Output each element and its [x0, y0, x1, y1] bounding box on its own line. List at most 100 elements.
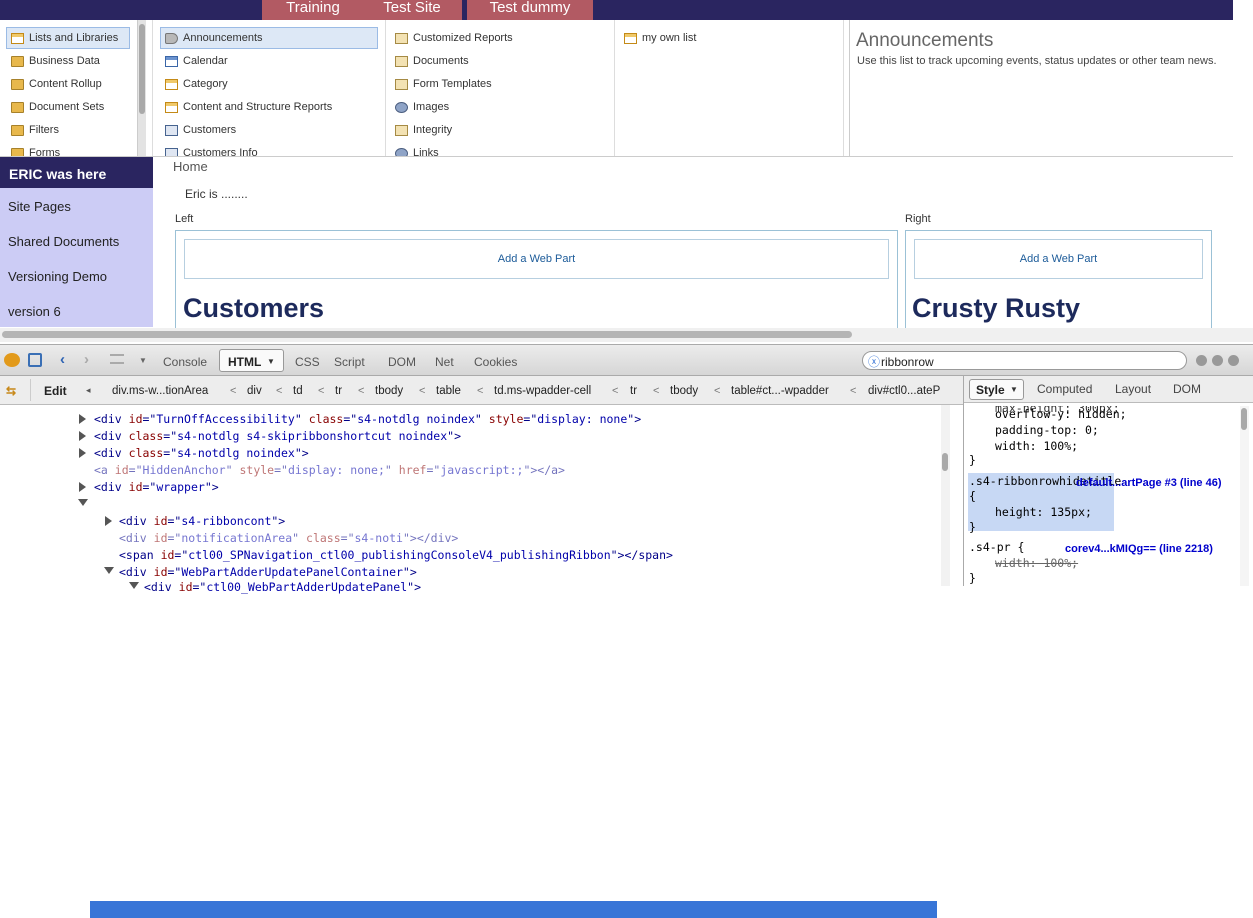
- collapse-icon[interactable]: [78, 499, 88, 506]
- tree-scrollbar[interactable]: [941, 405, 950, 586]
- expand-icon[interactable]: [79, 448, 86, 458]
- tab-style[interactable]: Style ▼: [969, 379, 1024, 400]
- quick-launch-header[interactable]: ERIC was here: [0, 157, 153, 188]
- tree-node-selected[interactable]: <div id="ribbonrow" class="s4-pr s4-ribb…: [94, 496, 482, 512]
- breadcrumb-item[interactable]: tr: [335, 385, 342, 397]
- category-scrollbar[interactable]: [137, 20, 146, 156]
- breadcrumb-item[interactable]: table: [436, 385, 461, 397]
- web-part-item[interactable]: Customized Reports: [395, 27, 513, 49]
- tab-css[interactable]: CSS: [295, 355, 320, 369]
- tab-dom[interactable]: DOM: [1173, 382, 1201, 396]
- web-part-item[interactable]: Documents: [395, 50, 469, 72]
- css-property-overridden[interactable]: width: 100%;: [995, 556, 1078, 570]
- expand-icon[interactable]: [79, 431, 86, 441]
- scrollbar-thumb[interactable]: [139, 24, 145, 114]
- css-property[interactable]: height: 135px;: [995, 505, 1092, 519]
- breadcrumb-item[interactable]: tbody: [670, 385, 698, 397]
- web-part-item[interactable]: Customers Info: [165, 142, 258, 156]
- tree-node[interactable]: <div id="ctl00_WebPartAdderUpdatePanel">: [144, 579, 421, 595]
- expand-icon[interactable]: [79, 482, 86, 492]
- page-horizontal-scrollbar[interactable]: [0, 328, 1253, 342]
- close-icon[interactable]: [1228, 355, 1239, 366]
- tree-node[interactable]: <div id="s4-ribboncont">: [119, 513, 285, 529]
- nav-tab-test-site[interactable]: Test Site: [362, 0, 462, 20]
- web-part-item[interactable]: Announcements: [160, 27, 378, 49]
- clear-search-icon[interactable]: ⓧ: [868, 353, 880, 370]
- expand-icon[interactable]: [79, 414, 86, 424]
- add-web-part-button[interactable]: Add a Web Part: [184, 239, 889, 279]
- web-part-item[interactable]: Links: [395, 142, 439, 156]
- tree-node[interactable]: <div id="TurnOffAccessibility" class="s4…: [94, 411, 641, 427]
- web-part-item[interactable]: Category: [165, 73, 228, 95]
- web-part-item[interactable]: Form Templates: [395, 73, 492, 95]
- style-scrollbar[interactable]: [1240, 406, 1249, 586]
- web-part-item[interactable]: Customers: [165, 119, 236, 141]
- collapse-icon[interactable]: [104, 567, 114, 574]
- back-arrow-icon[interactable]: ‹: [60, 351, 65, 368]
- scrollbar-thumb[interactable]: [1241, 408, 1247, 430]
- css-source-link[interactable]: default...artPage #3 (line 46): [1076, 477, 1222, 489]
- quick-launch-item[interactable]: Shared Documents: [8, 234, 119, 249]
- tab-cookies[interactable]: Cookies: [474, 355, 517, 369]
- expand-icon[interactable]: [105, 516, 112, 526]
- tab-html[interactable]: HTML ▼: [219, 349, 284, 372]
- tab-console[interactable]: Console: [163, 355, 207, 369]
- search-input[interactable]: ⓧ ribbonrow: [862, 351, 1187, 370]
- tree-node[interactable]: <span id="ctl00_SPNavigation_ctl00_publi…: [119, 547, 673, 563]
- tab-dom[interactable]: DOM: [388, 355, 416, 369]
- tab-layout[interactable]: Layout: [1115, 382, 1151, 396]
- forward-arrow-icon[interactable]: ›: [84, 351, 89, 368]
- css-property[interactable]: overflow-y: hidden;: [995, 407, 1127, 421]
- inspect-icon[interactable]: [28, 353, 42, 367]
- inspect-element-icon[interactable]: ⇆: [6, 384, 20, 398]
- breadcrumb-item[interactable]: td.ms-wpadder-cell: [494, 385, 591, 397]
- breadcrumb-item[interactable]: table#ct...-wpadder: [731, 385, 829, 397]
- css-source-link[interactable]: corev4...kMIQg== (line 2218): [1065, 543, 1213, 555]
- tree-node[interactable]: <div id="wrapper">: [94, 479, 219, 495]
- category-item[interactable]: Document Sets: [11, 96, 104, 118]
- css-property[interactable]: width: 100%;: [995, 439, 1078, 453]
- edit-button[interactable]: Edit: [44, 384, 67, 398]
- web-part-item[interactable]: my own list: [624, 27, 696, 49]
- category-item[interactable]: Lists and Libraries: [6, 27, 130, 49]
- breadcrumb-item[interactable]: td: [293, 385, 303, 397]
- tree-node[interactable]: <div class="s4-notdlg s4-skipribbonshort…: [94, 428, 461, 444]
- web-part-item[interactable]: Images: [395, 96, 449, 118]
- tab-net[interactable]: Net: [435, 355, 454, 369]
- tab-script[interactable]: Script: [334, 355, 365, 369]
- tree-node[interactable]: <div class="s4-notdlg noindex">: [94, 445, 309, 461]
- category-item[interactable]: Business Data: [11, 50, 100, 72]
- detach-icon[interactable]: [1212, 355, 1223, 366]
- category-item[interactable]: Filters: [11, 119, 59, 141]
- breadcrumb-item[interactable]: div: [247, 385, 262, 397]
- quick-launch-item[interactable]: Site Pages: [8, 199, 71, 214]
- nav-tab-training[interactable]: Training: [262, 0, 364, 20]
- tree-node[interactable]: <a id="HiddenAnchor" style="display: non…: [94, 462, 565, 478]
- tree-node[interactable]: <div id="WebPartAdderUpdatePanelContaine…: [119, 564, 417, 580]
- chevron-down-icon[interactable]: ▼: [139, 356, 147, 365]
- minimize-icon[interactable]: [1196, 355, 1207, 366]
- breadcrumb-item[interactable]: tr: [630, 385, 637, 397]
- menu-icon[interactable]: [110, 354, 124, 364]
- css-selector[interactable]: .s4-pr {: [969, 540, 1024, 554]
- scrollbar-thumb[interactable]: [2, 331, 852, 338]
- scrollbar-thumb[interactable]: [942, 453, 948, 471]
- breadcrumb-item[interactable]: tbody: [375, 385, 403, 397]
- nav-tab-test-dummy[interactable]: Test dummy: [467, 0, 593, 20]
- quick-launch-item[interactable]: version 6: [8, 304, 61, 319]
- scroll-left-icon[interactable]: ◂: [86, 385, 91, 396]
- web-part-item[interactable]: Integrity: [395, 119, 452, 141]
- add-web-part-button[interactable]: Add a Web Part: [914, 239, 1203, 279]
- breadcrumb[interactable]: Home: [173, 159, 208, 174]
- breadcrumb-item[interactable]: div#ctl0...ateP: [868, 385, 950, 397]
- css-property[interactable]: padding-top: 0;: [995, 423, 1099, 437]
- web-part-item[interactable]: Content and Structure Reports: [165, 96, 332, 118]
- firebug-icon[interactable]: [4, 353, 20, 367]
- tab-computed[interactable]: Computed: [1037, 382, 1092, 396]
- breadcrumb-item[interactable]: div.ms-w...tionArea: [112, 385, 208, 397]
- category-item[interactable]: Forms: [11, 142, 60, 156]
- category-item[interactable]: Content Rollup: [11, 73, 102, 95]
- tree-node[interactable]: <div id="notificationArea" class="s4-not…: [119, 530, 458, 546]
- web-part-item[interactable]: Calendar: [165, 50, 228, 72]
- quick-launch-item[interactable]: Versioning Demo: [8, 269, 107, 284]
